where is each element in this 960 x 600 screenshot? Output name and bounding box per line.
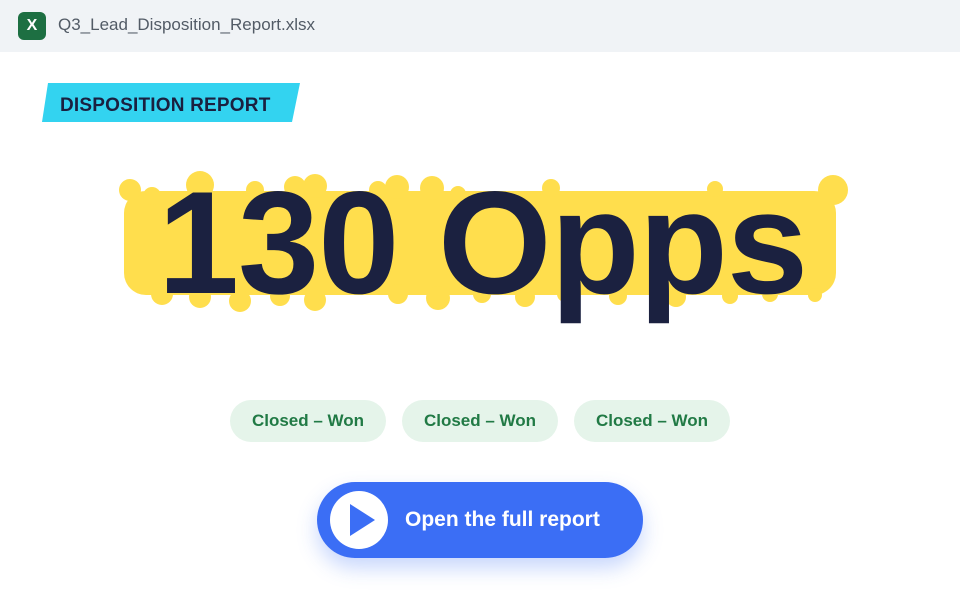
headline-block: 130 Opps xyxy=(110,161,855,324)
status-chip: Closed – Won xyxy=(402,400,558,442)
open-report-button[interactable]: Open the full report xyxy=(317,482,643,558)
title-bar: X Q3_Lead_Disposition_Report.xlsx xyxy=(0,0,960,52)
report-tag: DISPOSITION REPORT xyxy=(42,83,300,122)
excel-icon: X xyxy=(18,12,46,40)
tag-label: DISPOSITION REPORT xyxy=(60,95,271,116)
play-icon xyxy=(330,491,388,549)
excel-icon-letter: X xyxy=(26,17,38,34)
open-report-label: Open the full report xyxy=(405,508,600,531)
headline-value: 130 Opps xyxy=(157,161,808,324)
status-chips: Closed – Won Closed – Won Closed – Won xyxy=(230,400,732,442)
play-icon-shape xyxy=(350,504,375,536)
status-chip: Closed – Won xyxy=(574,400,730,442)
status-chip: Closed – Won xyxy=(230,400,386,442)
file-name: Q3_Lead_Disposition_Report.xlsx xyxy=(58,15,316,34)
